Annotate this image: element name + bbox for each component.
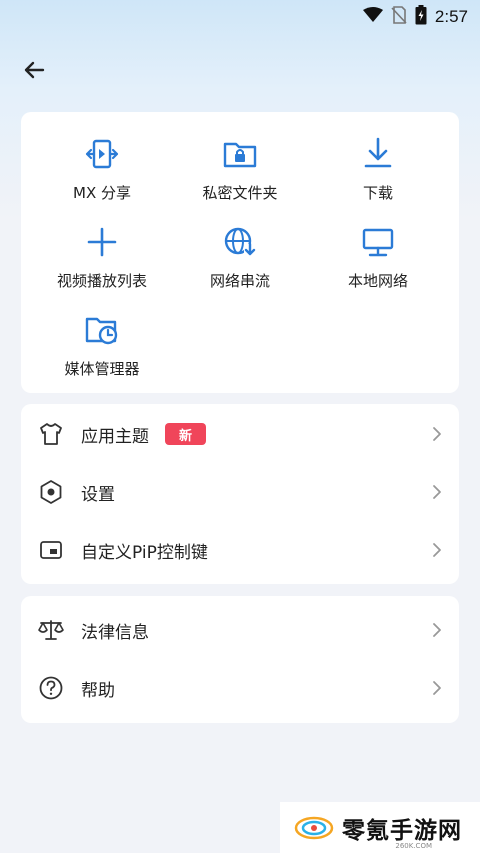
battery-icon [415, 5, 427, 29]
menu-item-settings[interactable]: 设置 [21, 463, 459, 521]
menu-item-label: 自定义PiP控制键 [81, 542, 208, 563]
grid-item-local-network[interactable]: 本地网络 [305, 222, 451, 291]
grid-item-network-stream[interactable]: 网络串流 [167, 222, 313, 291]
pip-icon [37, 536, 65, 564]
help-icon [37, 674, 65, 702]
watermark-subtext: 260K.COM [395, 842, 432, 850]
grid-item-label: 视频播放列表 [56, 272, 147, 290]
grid-item-video-playlist[interactable]: 视频播放列表 [29, 222, 175, 291]
chevron-right-icon [431, 620, 443, 640]
chevron-right-icon [431, 678, 443, 698]
chevron-right-icon [431, 482, 443, 502]
local-network-icon [358, 222, 398, 262]
menu-item-label: 应用主题 [81, 426, 149, 447]
grid-item-private-folder[interactable]: 私密文件夹 [167, 134, 313, 203]
tshirt-icon [37, 420, 65, 448]
menu-item-legal[interactable]: 法律信息 [21, 601, 459, 659]
grid-item-label: 本地网络 [347, 272, 408, 290]
media-manager-icon [82, 310, 122, 350]
info-menu-card: 法律信息 帮助 [21, 596, 459, 723]
grid-item-label: 私密文件夹 [202, 184, 278, 202]
status-time: 2:57 [434, 7, 468, 26]
mx-share-icon [82, 134, 122, 174]
menu-item-help[interactable]: 帮助 [21, 659, 459, 717]
grid-item-download[interactable]: 下载 [305, 134, 451, 203]
watermark-text: 零氪手游网 [342, 817, 462, 844]
menu-item-label: 设置 [81, 484, 115, 505]
watermark: 零氪手游网 260K.COM [280, 802, 480, 853]
chevron-right-icon [431, 540, 443, 560]
network-stream-icon [220, 222, 260, 262]
back-button[interactable] [16, 52, 52, 88]
grid-item-label: 下载 [362, 184, 393, 202]
chevron-right-icon [431, 424, 443, 444]
grid-item-label: MX 分享 [73, 184, 131, 202]
menu-item-label: 帮助 [81, 680, 115, 701]
wifi-icon [362, 7, 383, 27]
add-playlist-icon [82, 222, 122, 262]
settings-hexagon-icon [37, 478, 65, 506]
arrow-left-icon [24, 61, 45, 79]
no-sim-icon [391, 6, 407, 28]
grid-item-mx-share[interactable]: MX 分享 [29, 134, 175, 203]
menu-item-label: 法律信息 [81, 622, 149, 643]
download-icon [358, 134, 398, 174]
private-folder-icon [220, 134, 260, 174]
grid-item-label: 媒体管理器 [64, 360, 140, 378]
new-badge: 新 [165, 423, 207, 445]
quick-actions-card: MX 分享 私密文件夹 下载 视频播放列表 网络串流 本地网络 媒体管理器 [21, 112, 459, 393]
status-bar: 2:57 [0, 0, 480, 34]
grid-item-media-manager[interactable]: 媒体管理器 [29, 310, 175, 379]
menu-item-app-theme[interactable]: 应用主题 新 [21, 405, 459, 463]
menu-item-pip-controls[interactable]: 自定义PiP控制键 [21, 521, 459, 579]
grid-item-label: 网络串流 [209, 272, 270, 290]
settings-menu-card: 应用主题 新 设置 自定义PiP控制键 [21, 404, 459, 584]
watermark-logo-icon [294, 816, 334, 839]
scales-icon [37, 616, 65, 644]
